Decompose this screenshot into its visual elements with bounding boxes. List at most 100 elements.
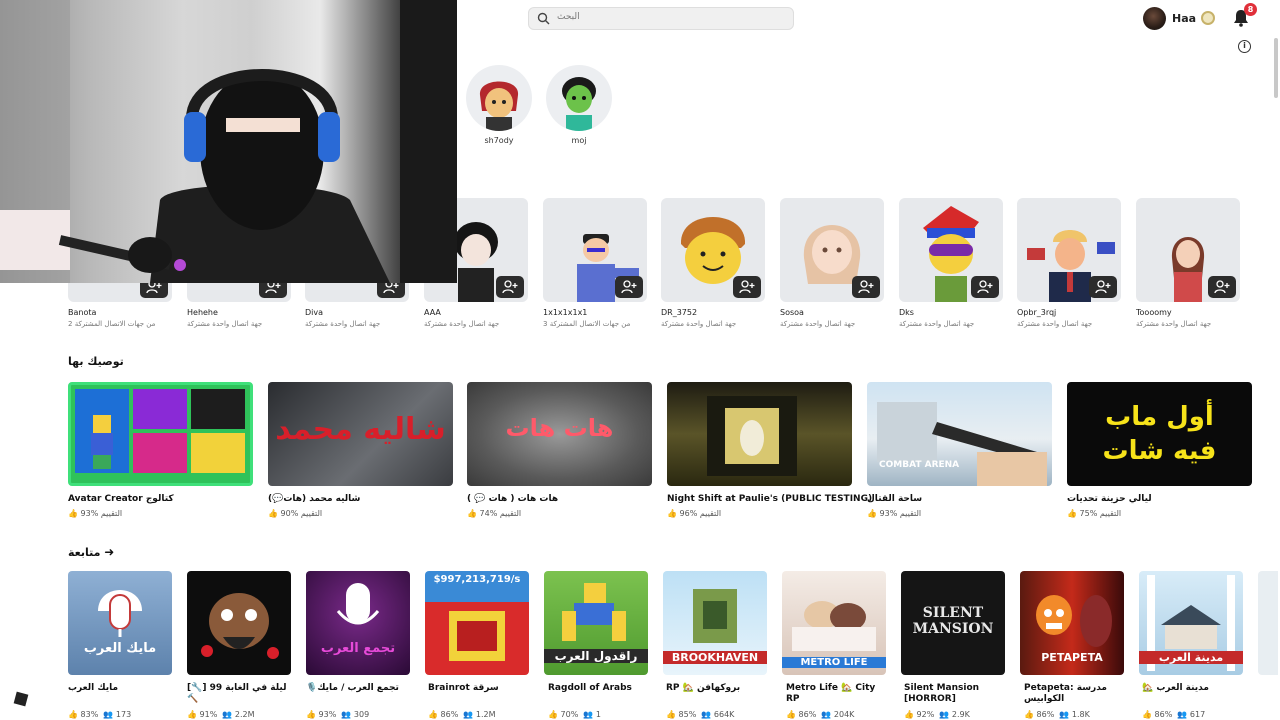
notification-badge: 8 [1244,3,1257,16]
people-icon: 👥 [463,710,474,719]
game-thumbnail[interactable]: $997,213,719/s [425,571,529,675]
game-thumbnail[interactable]: هات هات [467,382,652,486]
friend-card[interactable] [1136,198,1240,302]
game-thumbnail[interactable]: شاليه محمد [268,382,453,486]
friend-card[interactable] [1017,198,1121,302]
friend-name[interactable]: DR_3752 [661,308,697,317]
search-input[interactable]: البحث [528,7,794,30]
thumbs-up-icon: 👍 [548,710,558,719]
game-title[interactable]: هات هات ( هات 💬 ) [467,494,558,504]
online-friend-name[interactable]: moj [546,136,612,145]
mutual-friends: 2 من جهات الاتصال المشتركة [68,320,156,328]
thumbs-up-icon: 👍 [1067,509,1077,518]
game-thumbnail[interactable]: COMBAT ARENA [867,382,1052,486]
add-friend-button[interactable] [733,276,761,298]
mutual-friends: جهة اتصال واحدة مشتركة [187,320,263,328]
add-friend-button[interactable] [1089,276,1117,298]
game-thumbnail[interactable]: SILENT MANSION [901,571,1005,675]
game-title[interactable]: Ragdoll of Arabs [548,683,652,694]
game-title[interactable]: Metro Life 🏡 City RP [786,683,890,705]
thumbs-up-icon: 👍 [467,509,477,518]
thumbs-up-icon: 👍 [904,710,914,719]
game-thumbnail[interactable] [68,382,253,486]
mutual-friends: جهة اتصال واحدة مشتركة [305,320,381,328]
thumbs-up-icon: 👍 [786,710,796,719]
thumbs-up-icon: 👍 [187,710,197,719]
game-rating: 👍 96% التقييم [667,509,722,518]
game-title[interactable]: مايك العرب [68,683,172,694]
friend-name[interactable]: Toooomy [1136,308,1172,317]
online-friend-name[interactable]: sh7ody [466,136,532,145]
game-title[interactable]: RP 🏡 بروكهافن [666,683,770,694]
game-thumbnail[interactable] [667,382,852,486]
game-thumbnail[interactable]: METRO LIFE [782,571,886,675]
friend-name[interactable]: AAA [424,308,441,317]
thumbs-up-icon: 👍 [306,710,316,719]
friend-name[interactable]: Diva [305,308,323,317]
friend-card[interactable] [899,198,1003,302]
game-rating: 👍 93% التقييم [68,509,123,518]
game-thumbnail[interactable]: PETAPETA [1020,571,1124,675]
online-friend-avatar[interactable] [546,65,612,131]
game-thumbnail-partial[interactable] [1258,571,1278,675]
game-title[interactable]: شاليه محمد (هات💬) [268,494,360,504]
friend-card[interactable] [661,198,765,302]
game-thumbnail[interactable]: راقدول العرب [544,571,648,675]
thumbs-up-icon: 👍 [666,710,676,719]
game-stats: 👍 85% 👥 664K [666,710,735,719]
friend-name[interactable]: 1x1x1x1x1 [543,308,587,317]
friend-name[interactable]: Opbr_3rqj [1017,308,1056,317]
mutual-friends: جهة اتصال واحدة مشتركة [780,320,856,328]
game-rating: 👍 74% التقييم [467,509,522,518]
add-friend-button[interactable] [615,276,643,298]
friend-name[interactable]: Banota [68,308,96,317]
people-icon: 👥 [939,710,950,719]
game-thumbnail[interactable]: مدينة العرب [1139,571,1243,675]
thumbs-up-icon: 👍 [68,710,78,719]
people-icon: 👥 [103,710,114,719]
roblox-logo-icon[interactable] [13,691,29,707]
people-icon: 👥 [583,710,594,719]
add-friend-button[interactable] [852,276,880,298]
people-icon: 👥 [701,710,712,719]
friend-name[interactable]: Dks [899,308,914,317]
game-title[interactable]: [🔧] 99 ليلة في الغابة 🔨 [187,683,291,705]
add-friend-button[interactable] [1208,276,1236,298]
game-stats: 👍 86% 👥 617 [1142,710,1206,719]
game-title[interactable]: Night Shift at Paulie's (PUBLIC TESTING) [667,494,872,504]
friend-name[interactable]: Hehehe [187,308,218,317]
game-title[interactable]: Silent Mansion [HORROR] [904,683,1008,705]
info-icon[interactable]: i [1238,40,1251,53]
game-thumbnail[interactable]: مايك العرب [68,571,172,675]
friend-card[interactable] [543,198,647,302]
friend-name[interactable]: Sosoa [780,308,804,317]
online-friend-avatar[interactable] [466,65,532,131]
username[interactable]: Haa [1172,12,1196,25]
section-title-recommended[interactable]: توصيك بها [68,355,124,368]
game-thumbnail[interactable]: تجمع العرب [306,571,410,675]
game-title[interactable]: ساحة القتال [867,494,922,504]
game-thumbnail[interactable]: BROOKHAVEN [663,571,767,675]
game-thumbnail[interactable]: أول ماب فيه شات [1067,382,1252,486]
game-title[interactable]: 🎙️تجمع العرب / مايك [306,683,410,694]
friend-card[interactable] [780,198,884,302]
game-rating: 👍 93% التقييم [867,509,922,518]
game-title[interactable]: Petapeta: مدرسة الكوابيس [1024,683,1128,705]
section-title-continue[interactable]: متابعة ➜ [68,545,114,559]
game-title[interactable]: 🏡 مدينة العرب [1142,683,1246,694]
webcam-overlay [0,0,457,283]
scrollbar[interactable] [1274,38,1278,98]
add-friend-button[interactable] [971,276,999,298]
game-thumbnail[interactable] [187,571,291,675]
user-avatar[interactable] [1143,7,1166,30]
add-friend-icon [739,280,755,294]
add-friend-button[interactable] [496,276,524,298]
people-icon: 👥 [821,710,832,719]
game-title[interactable]: ليالي حزينة تحديات [1067,494,1152,504]
game-title[interactable]: Avatar Creator كتالوج [68,494,174,504]
add-friend-icon [502,280,518,294]
game-title[interactable]: Brainrot سرقة [428,683,532,694]
game-stats: 👍 86% 👥 1.2M [428,710,496,719]
game-stats: 👍 86% 👥 204K [786,710,855,719]
robux-icon[interactable] [1201,11,1215,25]
